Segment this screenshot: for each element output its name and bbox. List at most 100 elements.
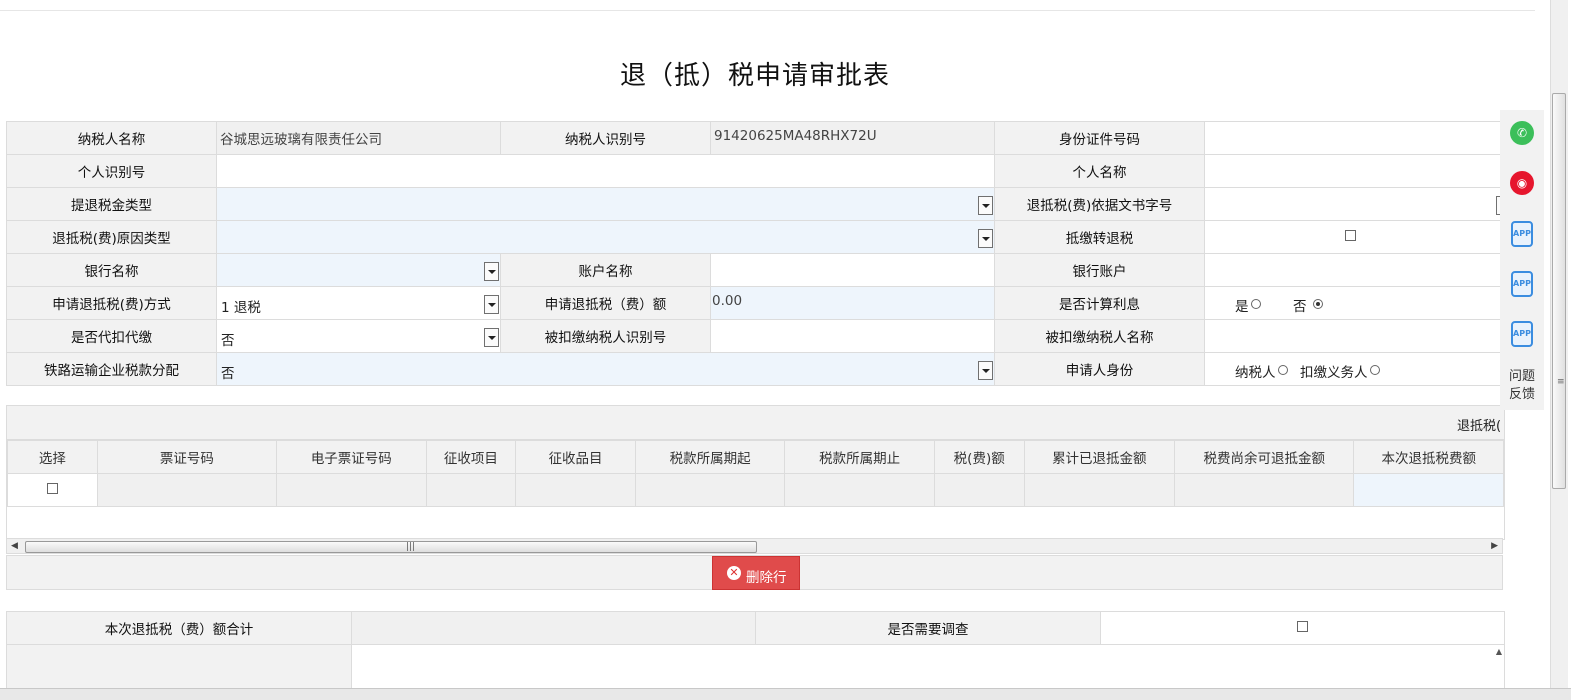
col-refunded-total: 累计已退抵金额 (1023, 440, 1176, 474)
withhold-value: 否 (221, 333, 235, 349)
row-checkbox[interactable] (46, 483, 58, 494)
weibo-icon[interactable]: ◉ (1510, 171, 1534, 195)
col-tax-amount: 税(费)额 (933, 440, 1025, 474)
grip-icon: ≡ (1557, 377, 1565, 387)
investigate-cell (1100, 611, 1505, 645)
id-doc-input[interactable] (1204, 121, 1504, 155)
current-refund-input[interactable] (1353, 473, 1504, 507)
bank-account-label: 银行账户 (994, 253, 1205, 287)
summary-table: 本次退抵税（费）额合计 是否需要调查 ▲ (6, 611, 1505, 690)
taxpayer-id-label: 纳税人识别号 (500, 121, 711, 155)
bank-account-input[interactable] (1204, 253, 1504, 287)
applicant-withholder-option[interactable]: 扣缴义务人 (1300, 361, 1380, 381)
browser-status-bar (0, 688, 1571, 700)
applicant-taxpayer-radio[interactable] (1277, 365, 1288, 375)
personal-name-input[interactable] (1204, 154, 1504, 188)
method-select[interactable]: 1 退税 (216, 286, 501, 320)
page-scroll-thumb[interactable]: ≡ (1552, 93, 1566, 489)
col-levy-item: 征收项目 (425, 440, 517, 474)
grid-cell (96, 473, 278, 507)
offset-label: 抵缴转退税 (994, 220, 1205, 254)
offset-cell (1204, 220, 1504, 254)
delete-row-button[interactable]: ✕ 删除行 (712, 556, 800, 590)
top-divider (0, 10, 1535, 11)
withheld-id-input[interactable] (710, 319, 995, 353)
chevron-down-icon[interactable] (484, 262, 499, 281)
reason-select[interactable] (216, 220, 995, 254)
grid-cell (1023, 473, 1176, 507)
interest-no-option[interactable]: 否 (1293, 295, 1323, 315)
refund-type-select[interactable] (216, 187, 995, 221)
taxpayer-id-value: 91420625MA48RHX72U (714, 128, 877, 144)
chevron-down-icon[interactable] (484, 295, 499, 314)
interest-yes-label: 是 (1235, 299, 1249, 315)
chevron-down-icon[interactable] (484, 328, 499, 347)
col-levy-subitem: 征收品目 (515, 440, 636, 474)
amount-field[interactable]: 0.00 (710, 286, 995, 320)
app-icon[interactable]: APP (1511, 221, 1533, 247)
grid-cell (276, 473, 427, 507)
withheld-id-label: 被扣缴纳税人识别号 (500, 319, 711, 353)
col-select: 选择 (7, 440, 98, 474)
interest-yes-option[interactable]: 是 (1235, 295, 1261, 315)
refund-doc-label: 退抵税(费)依据文书字号 (994, 187, 1205, 221)
interest-no-radio[interactable] (1312, 299, 1323, 309)
interest-radios: 是 否 (1204, 286, 1504, 320)
refund-type-label: 提退税金类型 (6, 187, 217, 221)
interest-yes-radio[interactable] (1250, 299, 1261, 309)
grid-horizontal-scrollbar[interactable]: ◀ ||| ▶ (6, 538, 1503, 554)
app-icon[interactable]: APP (1511, 321, 1533, 347)
feedback-link[interactable]: 问题反馈 (1508, 368, 1536, 404)
account-name-label: 账户名称 (500, 253, 711, 287)
page-vertical-scrollbar[interactable]: ≡ (1550, 0, 1568, 699)
grid-caption: 退抵税( (1457, 419, 1502, 434)
scroll-left-icon[interactable]: ◀ (11, 541, 18, 551)
taxpayer-name-value: 谷城思远玻璃有限责任公司 (220, 132, 382, 148)
page-title: 退（抵）税申请审批表 (619, 61, 890, 91)
grid-cell (784, 473, 935, 507)
app-icon[interactable]: APP (1511, 271, 1533, 297)
scroll-up-icon[interactable]: ▲ (1496, 647, 1502, 656)
col-period-start: 税款所属期起 (634, 440, 786, 474)
account-name-input[interactable] (710, 253, 995, 287)
total-label: 本次退抵税（费）额合计 (6, 611, 352, 645)
col-current-refund: 本次退抵税费额 (1353, 440, 1504, 474)
personal-id-input[interactable] (216, 154, 995, 188)
bank-select[interactable] (216, 253, 501, 287)
wechat-icon[interactable]: ✆ (1510, 121, 1534, 145)
applicant-label: 申请人身份 (994, 352, 1205, 386)
applicant-taxpayer-option[interactable]: 纳税人 (1235, 361, 1288, 381)
grid-table: 选择 票证号码 电子票证号码 征收项目 征收品目 税款所属期起 税款所属期止 税… (7, 440, 1504, 507)
amount-value: 0.00 (712, 293, 743, 309)
chevron-down-icon[interactable] (978, 361, 993, 380)
refund-detail-grid: 退抵税( 选择 票证号码 电子票证号码 征收项目 征收品目 税款所属期起 税款所… (6, 405, 1505, 540)
withhold-select[interactable]: 否 (216, 319, 501, 353)
reason-label: 退抵税(费)原因类型 (6, 220, 217, 254)
taxpayer-name-label: 纳税人名称 (6, 121, 217, 155)
chevron-down-icon[interactable] (978, 196, 993, 215)
personal-name-label: 个人名称 (994, 154, 1205, 188)
total-value-field (351, 611, 756, 645)
col-e-ticket-no: 电子票证号码 (276, 440, 427, 474)
method-label: 申请退抵税(费)方式 (6, 286, 217, 320)
withheld-name-input[interactable] (1204, 319, 1504, 353)
grid-cell (1174, 473, 1355, 507)
applicant-withholder-label: 扣缴义务人 (1300, 365, 1368, 381)
close-icon: ✕ (727, 566, 741, 580)
withhold-label: 是否代扣代缴 (6, 319, 217, 353)
remark-textarea[interactable]: ▲ (351, 644, 1505, 690)
investigate-checkbox[interactable] (1297, 621, 1308, 632)
refund-doc-select[interactable] (1204, 187, 1511, 221)
offset-checkbox[interactable] (1344, 230, 1356, 241)
table-row (7, 473, 1504, 507)
action-bar: ✕ 删除行 (6, 555, 1503, 590)
railway-select[interactable]: 否 (216, 352, 995, 386)
taxpayer-id-field: 91420625MA48RHX72U (710, 121, 995, 155)
railway-label: 铁路运输企业税款分配 (6, 352, 217, 386)
scroll-right-icon[interactable]: ▶ (1491, 541, 1498, 551)
chevron-down-icon[interactable] (978, 229, 993, 248)
scroll-thumb[interactable]: ||| (25, 541, 757, 553)
grid-cell (634, 473, 786, 507)
grid-cell (425, 473, 517, 507)
applicant-withholder-radio[interactable] (1369, 365, 1380, 375)
